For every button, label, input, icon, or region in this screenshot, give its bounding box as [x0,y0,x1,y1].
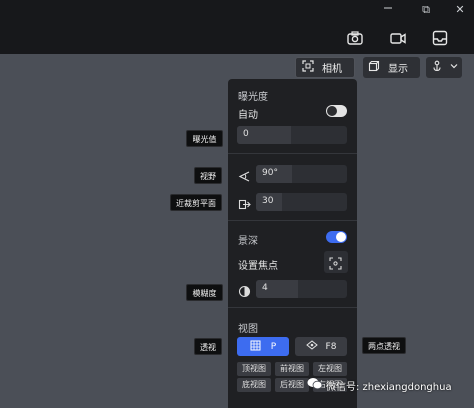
set-focus-label: 设置焦点 [238,261,278,272]
camera-view-button[interactable]: 相机 [295,57,355,78]
blur-icon [238,283,251,298]
back-view-button[interactable]: 后视图 [275,378,309,392]
cube-icon [368,60,380,75]
divider [228,153,357,154]
camera-view-label: 相机 [322,64,342,75]
top-toolbar [0,22,474,54]
blur-tooltip: 模糊度 [186,284,223,301]
navigation-dropdown[interactable] [426,57,462,78]
watermark-text: 微信号: zhexiangdonghua [326,381,452,393]
auto-exposure-label: 自动 [238,110,258,121]
fov-tooltip: 视野 [194,167,222,184]
wechat-icon [307,377,323,393]
minimize-icon[interactable] [378,1,398,19]
perspective-button[interactable]: P [237,337,289,356]
orthographic-label: F8 [325,341,337,352]
restore-icon[interactable]: ⧉ [416,1,436,19]
bottom-view-button[interactable]: 底视图 [237,378,271,392]
anchor-icon [431,60,443,75]
camera-frame-icon [302,60,314,75]
inbox-icon[interactable] [430,28,450,48]
display-button[interactable]: 显示 [363,57,420,78]
left-view-button[interactable]: 左视图 [313,362,347,376]
front-view-button[interactable]: 前视图 [275,362,309,376]
exposure-title: 曝光度 [238,92,268,103]
camera-icon[interactable] [345,28,365,48]
close-icon[interactable]: ✕ [450,1,470,19]
watermark: 微信号: zhexiangdonghua [307,377,452,393]
fov-icon [238,168,251,182]
display-label: 显示 [388,64,408,75]
divider [228,307,357,308]
top-view-button[interactable]: 顶视图 [237,362,271,376]
blur-field[interactable]: 4 [256,280,347,298]
video-icon[interactable] [388,28,408,48]
divider [228,220,357,221]
camera-settings-panel: 曝光度 自动 0 90° 30 景深 设置焦点 4 视图 P F8 顶视图 前视… [228,79,357,408]
dof-title: 景深 [238,236,258,247]
fov-field[interactable]: 90° [256,165,347,183]
eye-icon [305,340,318,353]
orthographic-button[interactable]: F8 [295,337,347,356]
exposure-value-field[interactable]: 0 [237,126,347,144]
two-point-perspective-tooltip: 两点透视 [362,337,406,354]
view-title: 视图 [238,324,258,335]
title-bar: ⧉ ✕ [0,0,474,22]
focus-target-icon[interactable] [324,251,348,273]
near-clip-field[interactable]: 30 [256,193,347,211]
exposure-value-tooltip: 曝光值 [186,130,223,147]
dof-toggle[interactable] [326,231,347,243]
chevron-down-icon [448,60,460,75]
perspective-tooltip: 透视 [194,338,222,355]
auto-exposure-toggle[interactable] [326,105,347,117]
grid-icon [250,340,261,354]
perspective-label: P [270,341,277,352]
clip-plane-icon [238,196,251,210]
near-clip-tooltip: 近裁剪平面 [170,194,222,211]
